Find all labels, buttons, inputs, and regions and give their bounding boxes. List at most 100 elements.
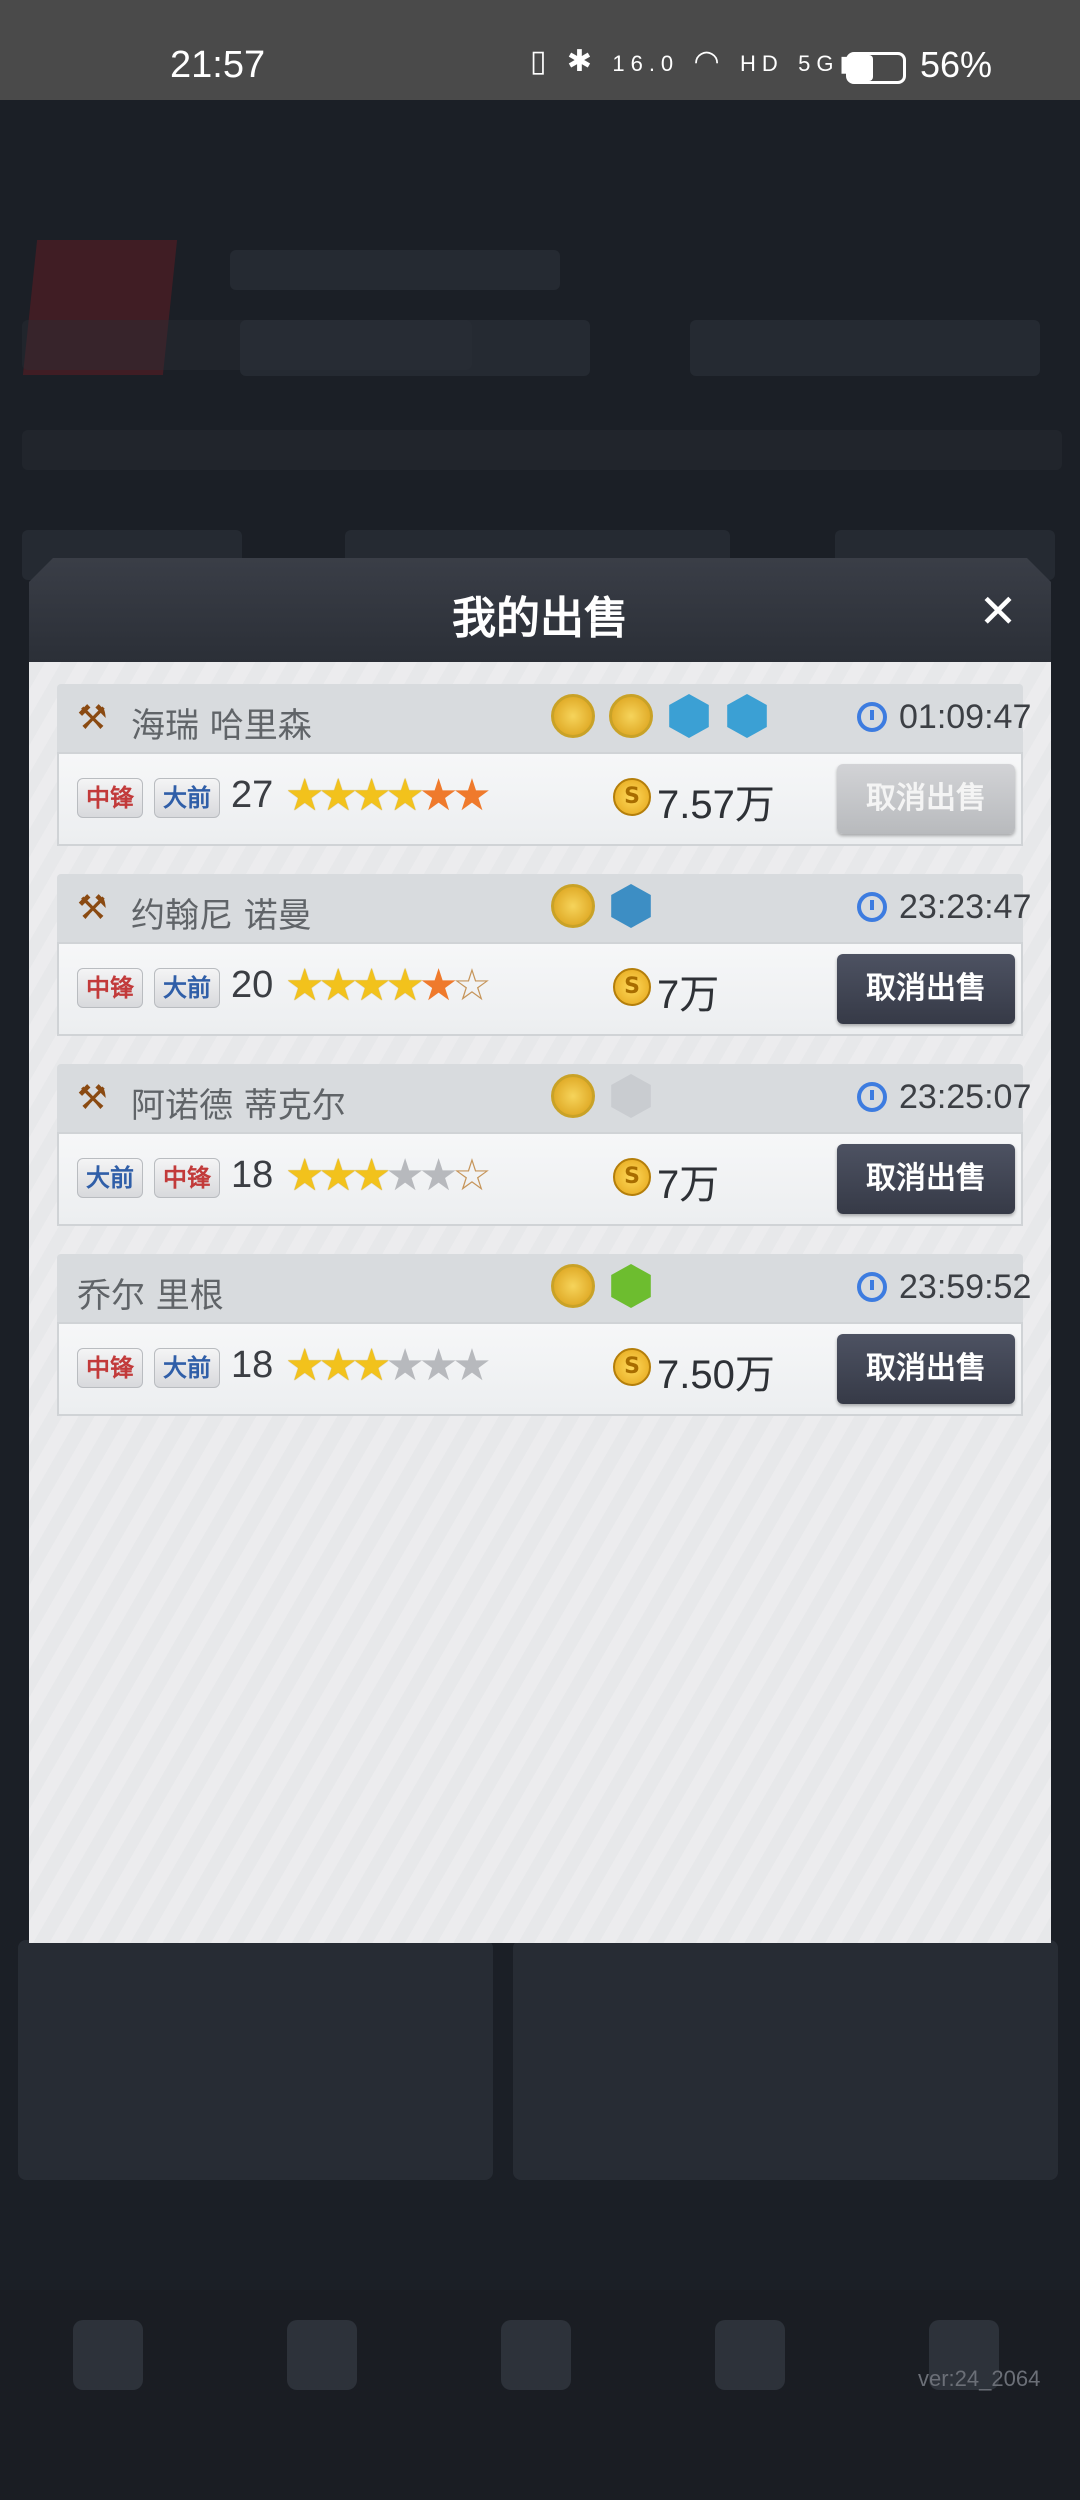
countdown-timer: 01:09:47 [899,698,1032,736]
star-icon: ☆ [452,1150,492,1201]
auction-gavel-icon: ⚒ [77,698,108,738]
star-icon: ★ [318,770,358,821]
star-rating: ★★★★★★ [285,1340,492,1391]
position-tag: 大前 [77,1158,143,1198]
timer-clock-icon [857,892,887,922]
star-icon: ★ [418,770,459,821]
gold-medal-badge-icon [609,694,653,738]
sale-listing-card: ⚒ 阿诺德 蒂克尔 23:25:07 大前 中锋 18 ★★★★★☆ S 7万 取消出售 [57,1064,1031,1230]
position-tag: 大前 [154,968,220,1008]
bluetooth-icon: ✱ [566,45,598,78]
sale-listing-card: ⚒ 海瑞 哈里森 01:09:47 中锋 大前 27 ★★★★★★ S 7.57万 取消出售 [57,684,1031,850]
nav-item [476,2320,596,2410]
star-icon: ★ [285,770,325,821]
star-icon: ★ [452,1340,492,1391]
sale-price: 7.57万 [657,783,775,827]
gold-medal-badge-icon [551,1264,595,1308]
star-rating: ★★★★★★ [285,770,492,821]
countdown-timer: 23:23:47 [899,888,1032,926]
star-rating: ★★★★★☆ [285,1150,492,1201]
nav-item [262,2320,382,2410]
timer-clock-icon [857,1082,887,1112]
timer-clock-icon [857,1272,887,1302]
star-icon: ★ [385,960,425,1011]
star-icon: ★ [318,1150,358,1201]
star-icon: ★ [452,770,492,821]
position-tag: 中锋 [77,778,143,818]
player-rating: 18 [231,1154,274,1196]
cancel-sale-button[interactable]: 取消出售 [837,1334,1015,1404]
player-name: 乔尔 里根 [77,1276,224,1316]
position-tag: 大前 [154,1348,220,1388]
countdown-timer: 23:25:07 [899,1078,1032,1116]
listing-details: 大前 中锋 18 ★★★★★☆ S 7万 取消出售 [57,1132,1023,1226]
star-icon: ★ [418,1150,459,1201]
position-tag: 中锋 [154,1158,220,1198]
player-card-badge-icon [611,884,651,928]
nav-item [690,2320,810,2410]
cancel-sale-button[interactable]: 取消出售 [837,764,1015,834]
player-badges [551,1074,667,1124]
nav-item [904,2320,1024,2410]
close-button[interactable]: ✕ [971,584,1025,638]
player-rating: 18 [231,1344,274,1386]
timer-clock-icon [857,702,887,732]
listing-header: 乔尔 里根 23:59:52 [57,1254,1031,1322]
position-tag: 中锋 [77,968,143,1008]
player-badges [551,694,783,744]
star-icon: ★ [418,1340,459,1391]
coin-icon: S [613,1158,651,1196]
status-time: 21:57 [170,44,266,86]
star-icon: ★ [385,1340,425,1391]
gold-medal-badge-icon [551,1074,595,1118]
coin-icon: S [613,968,651,1006]
my-sales-dialog: 我的出售 ✕ ⚒ 海瑞 哈里森 01:09:47 中锋 大前 27 ★★★★★★ S 7.57万… [29,558,1051,1943]
star-rating: ★★★★★☆ [285,960,492,1011]
gold-medal-badge-icon [551,884,595,928]
star-icon: ★ [351,1150,392,1201]
vibrate-icon: ▯ [530,45,553,78]
header-row-placeholder [22,320,472,370]
listing-header: ⚒ 海瑞 哈里森 01:09:47 [57,684,1031,752]
gold-medal-badge-icon [551,694,595,738]
version-label: ver:24_2064 [918,2366,1041,2391]
star-icon: ★ [285,1340,325,1391]
battery-icon [846,52,906,84]
listing-header: ⚒ 阿诺德 蒂克尔 23:25:07 [57,1064,1031,1132]
cancel-sale-button[interactable]: 取消出售 [837,954,1015,1024]
coin-icon: S [613,1348,651,1386]
sale-listing-card: ⚒ 约翰尼 诺曼 23:23:47 中锋 大前 20 ★★★★★☆ S 7万 取消出售 [57,874,1031,1040]
star-icon: ★ [285,1150,325,1201]
listing-details: 中锋 大前 18 ★★★★★★ S 7.50万 取消出售 [57,1322,1023,1416]
promo-tile [513,1940,1058,2180]
player-name: 阿诺德 蒂克尔 [131,1086,346,1126]
player-name: 海瑞 哈里森 [131,706,312,746]
star-icon: ★ [351,770,392,821]
auction-gavel-icon: ⚒ [77,1078,108,1118]
hd-icon: HD [740,51,784,76]
countdown-timer: 23:59:52 [899,1268,1032,1306]
coin-icon: S [613,778,651,816]
sale-listing-card: 乔尔 里根 23:59:52 中锋 大前 18 ★★★★★★ S 7.50万 取消出售 [57,1254,1031,1420]
auction-gavel-icon: ⚒ [77,888,108,928]
position-tag: 中锋 [77,1348,143,1388]
star-icon: ★ [418,960,459,1011]
star-icon: ☆ [452,960,492,1011]
net-speed: 16.0 [612,51,680,76]
menu-row-placeholder [22,430,1062,470]
status-icons: ▯ ✱ 16.0 ◠ HD 5G▮ [530,44,858,79]
sale-price: 7万 [657,1163,720,1207]
cancel-sale-button[interactable]: 取消出售 [837,1144,1015,1214]
star-icon: ★ [351,1340,392,1391]
player-card-badge-icon [727,694,767,738]
player-card-badge-icon [611,1074,651,1118]
star-icon: ★ [351,960,392,1011]
battery-percentage: 56% [920,44,993,85]
player-badges [551,1264,667,1314]
nav-item [48,2320,168,2410]
player-rating: 27 [231,774,274,816]
sale-price: 7万 [657,973,720,1017]
promo-tile [18,1940,493,2180]
player-card-badge-icon [669,694,709,738]
star-icon: ★ [285,960,325,1011]
